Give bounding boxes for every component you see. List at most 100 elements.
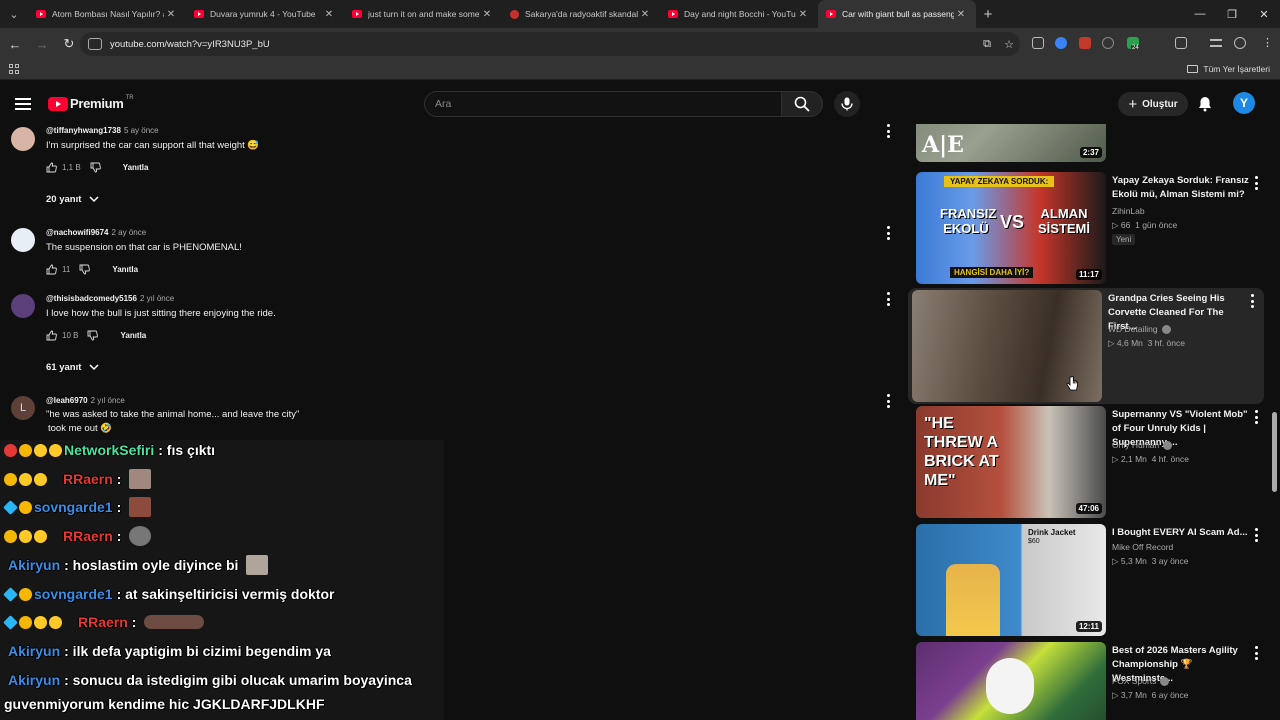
new-tab-plus-icon[interactable]: + (976, 6, 1000, 23)
browser-tab[interactable]: Day and night Bocchi - YouTube ✕ (660, 0, 818, 28)
dislike-icon[interactable] (90, 162, 101, 173)
comment-menu-icon[interactable] (886, 292, 890, 306)
video-menu-icon[interactable] (1254, 176, 1258, 190)
search-button[interactable] (781, 91, 823, 117)
comment-author[interactable]: @tiffanyhwang1738 (46, 126, 121, 135)
site-info-icon[interactable] (88, 38, 102, 50)
close-tab-icon[interactable]: ✕ (322, 9, 336, 20)
forward-arrow-icon[interactable]: → (30, 32, 54, 56)
chevron-down-icon (89, 364, 99, 371)
account-avatar[interactable]: Y (1233, 92, 1255, 114)
minimize-icon[interactable]: — (1184, 0, 1216, 28)
like-icon[interactable] (46, 330, 57, 341)
video-menu-icon[interactable] (1254, 646, 1258, 660)
reload-icon[interactable]: ↻ (57, 32, 81, 56)
reply-button[interactable]: Yanıtla (123, 163, 149, 172)
extension-icon[interactable] (1055, 37, 1067, 49)
video-title[interactable]: I Bought EVERY AI Scam Ad... (1112, 526, 1252, 540)
comment-author[interactable]: @thisisbadcomedy5156 (46, 294, 137, 303)
comment-author[interactable]: @leah6970 (46, 396, 88, 405)
reply-button[interactable]: Yanıtla (120, 331, 146, 340)
close-tab-icon[interactable]: ✕ (480, 9, 494, 20)
extension-icon[interactable] (1079, 37, 1091, 49)
moon-badge-icon (19, 500, 32, 514)
create-button[interactable]: + Oluştur (1118, 92, 1188, 116)
video-thumbnail[interactable]: A|E 2:37 (916, 124, 1106, 162)
face-emote-icon (129, 497, 152, 517)
commenter-avatar[interactable]: L (11, 396, 35, 420)
browser-tab[interactable]: Duvara yumruk 4 - YouTube ✕ (186, 0, 344, 28)
commenter-avatar[interactable] (11, 228, 35, 252)
comment-menu-icon[interactable] (886, 226, 890, 240)
comment-time[interactable]: 2 yıl önce (140, 294, 174, 303)
url-text[interactable]: youtube.com/watch?v=yIR3NU3P_bU (110, 39, 976, 50)
commenter-avatar[interactable] (11, 294, 35, 318)
extensions-puzzle-icon[interactable] (1175, 37, 1187, 49)
bookmark-star-icon[interactable]: ☆ (998, 38, 1020, 51)
like-icon[interactable] (46, 264, 57, 275)
chat-message: RRaern: (3, 612, 205, 632)
view-replies-button[interactable]: 20 yanıt (46, 194, 99, 205)
comment-menu-icon[interactable] (886, 124, 890, 138)
video-menu-icon[interactable] (1254, 410, 1258, 424)
microphone-icon (841, 97, 853, 111)
voice-search-button[interactable] (834, 91, 860, 117)
channel-name[interactable]: ZihinLab (1112, 206, 1145, 216)
video-thumbnail[interactable]: YAPAY ZEKAYA SORDUK: FRANSIZ EKOLÜ VS AL… (916, 172, 1106, 284)
all-bookmarks-button[interactable]: Tüm Yer İşaretleri (1187, 64, 1270, 74)
channel-name[interactable]: Mike Off Record (1112, 542, 1173, 552)
search-input[interactable]: Ara (424, 91, 782, 117)
video-title[interactable]: Yapay Zekaya Sorduk: Fransız Ekolü mü, A… (1112, 174, 1252, 202)
recommended-video[interactable]: Drink Jacket $60 12:11 I Bought EVERY AI… (912, 524, 1272, 636)
recommended-video[interactable]: A|E 2:37 (912, 124, 1272, 162)
reply-button[interactable]: Yanıtla (112, 265, 138, 274)
video-menu-icon[interactable] (1254, 528, 1258, 542)
browser-menu-icon[interactable]: ⋮ (1262, 36, 1273, 49)
close-tab-icon[interactable]: ✕ (638, 9, 652, 20)
channel-name[interactable]: WD Detailing (1108, 324, 1171, 334)
browser-tab[interactable]: Sakarya'da radyoaktif skandal! ✕ (502, 0, 660, 28)
page-scrollbar[interactable] (1272, 412, 1277, 492)
extension-icon[interactable] (1032, 37, 1044, 49)
back-arrow-icon[interactable]: ← (3, 32, 27, 56)
browser-tab[interactable]: just turn it on and make someti ✕ (344, 0, 502, 28)
recommended-video[interactable]: YAPAY ZEKAYA SORDUK: FRANSIZ EKOLÜ VS AL… (912, 172, 1272, 284)
restore-icon[interactable]: ❐ (1216, 0, 1248, 28)
menu-hamburger-icon[interactable] (15, 98, 31, 110)
media-control-icon[interactable] (1210, 39, 1222, 47)
dislike-icon[interactable] (79, 264, 91, 275)
channel-name[interactable]: Only Human (1112, 440, 1173, 450)
close-window-icon[interactable]: ✕ (1248, 0, 1280, 28)
notifications-bell-icon[interactable] (1196, 95, 1214, 113)
browser-tab-active[interactable]: Car with giant bull as passenge ✕ (818, 0, 976, 28)
recommended-video[interactable]: Best of 2026 Masters Agility Championshi… (912, 642, 1272, 720)
address-bar[interactable]: youtube.com/watch?v=yIR3NU3P_bU ⧉ ☆ (80, 32, 1020, 56)
comment-time[interactable]: 2 yıl önce (91, 396, 125, 405)
youtube-premium-logo[interactable]: Premium TR (48, 95, 134, 111)
like-icon[interactable] (46, 162, 57, 173)
comment-menu-icon[interactable] (886, 394, 890, 408)
comment-time[interactable]: 5 ay önce (124, 126, 159, 135)
profile-icon[interactable] (1234, 37, 1246, 49)
browser-tab[interactable]: Atom Bombası Nasıl Yapılır? #s ✕ (28, 0, 186, 28)
moon-badge-icon (19, 587, 32, 601)
dislike-icon[interactable] (87, 330, 99, 341)
tab-search-chevron-icon[interactable]: ⌄ (4, 4, 24, 24)
video-thumbnail[interactable] (916, 642, 1106, 720)
channel-name[interactable]: FOX Sports (1112, 676, 1170, 686)
video-thumbnail[interactable]: Drink Jacket $60 12:11 (916, 524, 1106, 636)
close-tab-icon[interactable]: ✕ (796, 9, 810, 20)
extension-icon[interactable] (1102, 37, 1114, 49)
video-menu-icon[interactable] (1250, 294, 1254, 308)
close-tab-icon[interactable]: ✕ (954, 9, 968, 20)
view-replies-button[interactable]: 61 yanıt (46, 362, 99, 373)
apps-grid-icon[interactable] (9, 64, 19, 74)
close-tab-icon[interactable]: ✕ (164, 9, 178, 20)
comment-author[interactable]: @nachowifi9674 (46, 228, 109, 237)
recommended-video[interactable]: Grandpa Cries Seeing His Corvette Cleane… (908, 288, 1264, 404)
commenter-avatar[interactable] (11, 127, 35, 151)
recommended-video[interactable]: "HE THREW A BRICK AT ME" 47:06 Supernann… (912, 406, 1272, 518)
video-thumbnail[interactable]: "HE THREW A BRICK AT ME" 47:06 (916, 406, 1106, 518)
comment-time[interactable]: 2 ay önce (112, 228, 147, 237)
install-app-icon[interactable]: ⧉ (976, 38, 998, 51)
